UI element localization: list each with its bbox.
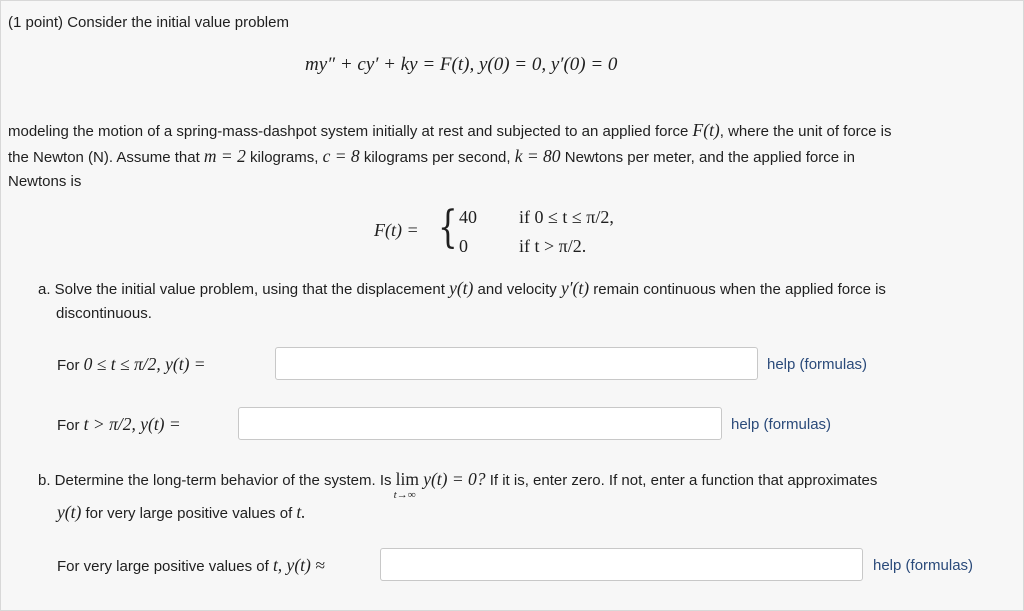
- problem-description: modeling the motion of a spring-mass-das…: [8, 118, 1013, 194]
- q3-answer-input[interactable]: [380, 548, 863, 581]
- q2-prefix: For: [57, 417, 80, 434]
- q2-answer-input[interactable]: [238, 407, 722, 440]
- description-text: kilograms per second,: [363, 149, 511, 166]
- q2-math: t > π/2, y(t) =: [83, 414, 181, 434]
- t-symbol: t.: [296, 502, 306, 522]
- q3-help-link[interactable]: help (formulas): [873, 557, 973, 574]
- q1-answer-input[interactable]: [275, 347, 758, 380]
- q2-label: For t > π/2, y(t) =: [57, 415, 181, 435]
- q3-label: For very large positive values of t, y(t…: [57, 556, 325, 576]
- part-b-text: for very large positive values of: [85, 505, 293, 522]
- damping-value: c = 8: [322, 146, 360, 166]
- part-b-text: b. Determine the long-term behavior of t…: [38, 472, 392, 489]
- description-text: Newtons per meter, and the applied force…: [564, 149, 855, 166]
- force-symbol: F(t): [692, 120, 720, 140]
- description-text: , where the unit of force is: [719, 123, 892, 140]
- part-b-line2: y(t) for very large positive values of t…: [57, 503, 306, 523]
- part-b-line1: b. Determine the long-term behavior of t…: [38, 469, 878, 501]
- part-b-text: If it is, enter zero. If not, enter a fu…: [489, 472, 878, 489]
- description-text: Newtons is: [8, 173, 82, 190]
- q3-prefix: For very large positive values of: [57, 558, 269, 575]
- q1-label: For 0 ≤ t ≤ π/2, y(t) =: [57, 355, 206, 375]
- part-a-line: and velocity: [477, 281, 557, 298]
- q1-math: 0 ≤ t ≤ π/2, y(t) =: [83, 354, 206, 374]
- ivp-equation: my″ + cy′ + ky = F(t), y(0) = 0, y′(0) =…: [305, 54, 618, 75]
- case1-condition: if 0 ≤ t ≤ π/2,: [519, 207, 614, 227]
- case2-value: 0: [459, 236, 468, 256]
- q1-help-link[interactable]: help (formulas): [767, 356, 867, 373]
- piecewise-brace: {: [438, 202, 458, 253]
- q3-math: t, y(t) ≈: [272, 555, 325, 575]
- problem-intro: (1 point) Consider the initial value pro…: [8, 14, 289, 31]
- description-text: kilograms,: [250, 149, 319, 166]
- case1-value: 40: [459, 207, 477, 227]
- description-text: modeling the motion of a spring-mass-das…: [8, 123, 689, 140]
- part-a-line: a. Solve the initial value problem, usin…: [38, 281, 445, 298]
- part-a-text: a. Solve the initial value problem, usin…: [38, 276, 1008, 326]
- description-text: the Newton (N). Assume that: [8, 149, 200, 166]
- limit-expression: y(t) = 0?: [423, 469, 486, 489]
- mass-value: m = 2: [203, 146, 246, 166]
- y-symbol: y(t): [57, 502, 82, 522]
- spring-value: k = 80: [514, 146, 561, 166]
- limit-operator: lim t→∞: [394, 470, 419, 501]
- case2-condition: if t > π/2.: [519, 236, 587, 256]
- part-a-line: remain continuous when the applied force…: [593, 281, 886, 298]
- q1-prefix: For: [57, 357, 80, 374]
- lim-subscript: t→∞: [393, 489, 416, 501]
- part-a-line: discontinuous.: [56, 305, 152, 322]
- velocity-symbol: y′(t): [560, 278, 590, 298]
- q2-help-link[interactable]: help (formulas): [731, 416, 831, 433]
- piecewise-lhs: F(t) =: [374, 220, 419, 240]
- displacement-symbol: y(t): [449, 278, 474, 298]
